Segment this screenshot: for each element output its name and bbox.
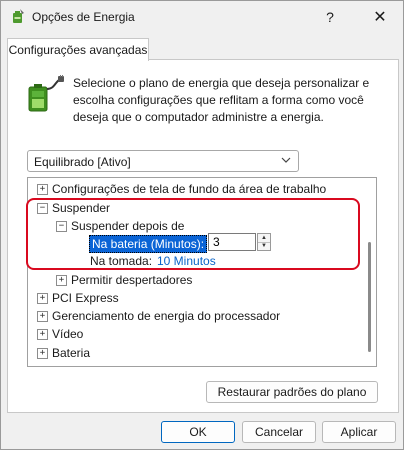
- description-text: Selecione o plano de energia que deseja …: [73, 76, 370, 124]
- tree-item-label: Permitir despertadores: [71, 273, 193, 287]
- tree-item-label: Bateria: [52, 346, 91, 360]
- power-options-window: Opções de Energia ? ✕ Configurações avan…: [0, 0, 404, 450]
- collapse-icon[interactable]: −: [37, 203, 48, 214]
- cancel-button[interactable]: Cancelar: [242, 421, 316, 443]
- apply-button[interactable]: Aplicar: [322, 421, 396, 443]
- battery-plug-icon: [25, 75, 65, 115]
- title-bar[interactable]: Opções de Energia ? ✕: [1, 1, 403, 33]
- expand-icon[interactable]: +: [37, 184, 48, 195]
- expand-icon[interactable]: +: [37, 348, 48, 359]
- collapse-icon[interactable]: −: [56, 221, 67, 232]
- ok-button[interactable]: OK: [161, 421, 235, 443]
- tree-item-label: Vídeo: [52, 327, 84, 341]
- spin-down-icon[interactable]: ▼: [258, 242, 270, 250]
- on-battery-label[interactable]: Na bateria (Minutos):: [89, 235, 208, 253]
- on-battery-minutes-input[interactable]: [208, 233, 256, 251]
- window-title: Opções de Energia: [32, 10, 135, 24]
- expand-icon[interactable]: +: [37, 293, 48, 304]
- expand-icon[interactable]: +: [56, 275, 67, 286]
- tree-item-label: Suspender depois de: [71, 219, 185, 233]
- tree-item-label: Configurações de tela de fundo da área d…: [52, 182, 327, 196]
- expand-icon[interactable]: +: [37, 329, 48, 340]
- close-button[interactable]: ✕: [357, 1, 403, 33]
- power-options-icon: [10, 8, 26, 24]
- help-button[interactable]: ?: [307, 1, 353, 33]
- tab-advanced-settings[interactable]: Configurações avançadas: [7, 38, 149, 61]
- tree-item-label: Gerenciamento de energia do processador: [52, 309, 281, 323]
- tree-item-label: PCI Express: [52, 291, 119, 305]
- tree-item-label: Suspender: [52, 201, 111, 215]
- restore-defaults-button[interactable]: Restaurar padrões do plano: [206, 381, 378, 403]
- plan-select-value: Equilibrado [Ativo]: [34, 155, 131, 169]
- power-plan-select[interactable]: Equilibrado [Ativo]: [27, 150, 299, 172]
- plugged-in-label: Na tomada:: [90, 254, 153, 268]
- plugged-in-value-link[interactable]: 10 Minutos: [157, 253, 216, 269]
- tree-scrollbar[interactable]: [365, 178, 375, 366]
- chevron-down-icon: [280, 154, 292, 169]
- quantity-stepper[interactable]: ▲ ▼: [257, 233, 271, 251]
- scrollbar-thumb[interactable]: [368, 242, 371, 352]
- expand-icon[interactable]: +: [37, 311, 48, 322]
